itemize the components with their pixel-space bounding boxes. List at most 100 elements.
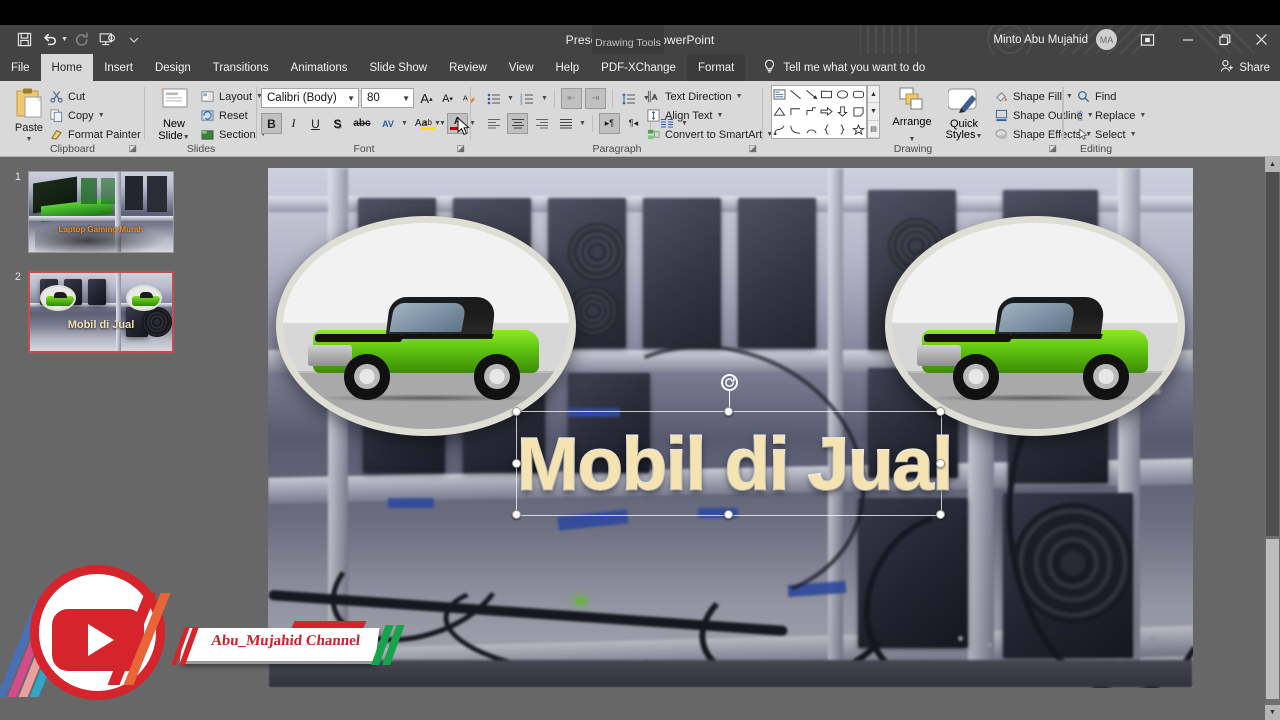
slide-canvas[interactable]: Mobil di Jual	[268, 168, 1193, 688]
new-slide-caret-icon[interactable]: ▼	[183, 134, 190, 141]
scroll-down-icon[interactable]: ▼	[1265, 705, 1280, 720]
slide-thumbnail-image-1[interactable]: Laptop Gaming Murah	[28, 171, 174, 253]
save-icon[interactable]	[12, 29, 36, 51]
numbering-caret-icon[interactable]: ▼	[541, 95, 548, 102]
align-right-button[interactable]	[531, 113, 552, 134]
italic-button[interactable]: I	[283, 113, 304, 134]
quick-styles-caret-icon[interactable]: ▼	[976, 133, 983, 140]
shape-rectangle-icon[interactable]	[819, 86, 835, 103]
justify-button[interactable]	[555, 113, 576, 134]
resize-handle-top-center[interactable]	[724, 407, 733, 416]
share-button[interactable]: Share	[1220, 54, 1270, 81]
replace-button[interactable]: ab ac Replace ▼	[1073, 106, 1149, 125]
tab-animations[interactable]: Animations	[280, 54, 359, 81]
underline-button[interactable]: U	[305, 113, 326, 134]
shape-folded-corner-icon[interactable]	[850, 103, 866, 120]
convert-to-smartart-button[interactable]: Convert to SmartArt ▼	[643, 125, 776, 144]
shape-rounded-rect-icon[interactable]	[850, 86, 866, 103]
tab-view[interactable]: View	[498, 54, 545, 81]
ribbon-display-options-icon[interactable]	[1131, 25, 1163, 54]
text-direction-button[interactable]: A Text Direction ▼	[643, 87, 776, 106]
ltr-text-direction-button[interactable]: ▸¶	[598, 113, 620, 134]
character-spacing-caret-icon[interactable]: ▼	[401, 120, 408, 127]
chevron-down-icon[interactable]: ▼	[398, 94, 410, 103]
find-button[interactable]: Find	[1073, 87, 1149, 106]
close-icon[interactable]	[1243, 25, 1280, 54]
undo-icon[interactable]	[38, 29, 62, 51]
font-name-combo[interactable]: Calibri (Body) ▼	[261, 88, 359, 108]
text-highlight-color-button[interactable]: ab	[417, 113, 438, 134]
text-shadow-button[interactable]: S	[327, 113, 348, 134]
shape-freeform-icon[interactable]	[772, 121, 788, 138]
bold-button[interactable]: B	[261, 113, 282, 134]
font-color-button[interactable]: A	[446, 113, 468, 134]
resize-handle-bottom-center[interactable]	[724, 510, 733, 519]
resize-handle-top-right[interactable]	[936, 407, 945, 416]
select-button[interactable]: Select ▼	[1073, 125, 1149, 144]
align-text-caret-icon[interactable]: ▼	[717, 112, 724, 119]
shape-right-brace-icon[interactable]	[835, 121, 851, 138]
resize-handle-bottom-left[interactable]	[512, 510, 521, 519]
resize-handle-bottom-right[interactable]	[936, 510, 945, 519]
paragraph-dialog-launcher[interactable]: ◪	[748, 143, 757, 154]
increase-indent-button[interactable]: ⇥	[584, 88, 606, 109]
numbering-button[interactable]: 123	[517, 88, 538, 109]
gallery-scroll-up-icon[interactable]: ▲	[868, 86, 879, 104]
strikethrough-button[interactable]: abc	[349, 113, 375, 134]
scrollbar-thumb[interactable]	[1266, 539, 1279, 699]
thumbnail-slide-2[interactable]: 2 Mobil di Jual	[8, 271, 174, 353]
shape-arc-icon[interactable]	[803, 121, 819, 138]
shape-triangle-icon[interactable]	[772, 103, 788, 120]
shape-curve-icon[interactable]	[788, 121, 804, 138]
tab-help[interactable]: Help	[545, 54, 591, 81]
shape-oval-icon[interactable]	[835, 86, 851, 103]
shape-arrow-line-icon[interactable]	[803, 86, 819, 103]
paste-button[interactable]: Paste ▼	[10, 87, 48, 146]
scrollbar-track-upper[interactable]	[1266, 172, 1279, 536]
tab-insert[interactable]: Insert	[93, 54, 144, 81]
copy-caret-icon[interactable]: ▼	[98, 112, 105, 119]
align-left-button[interactable]	[483, 113, 504, 134]
minimize-icon[interactable]	[1169, 25, 1206, 54]
tab-home[interactable]: Home	[40, 54, 94, 81]
decrease-font-size-button[interactable]: A ▾	[437, 88, 458, 109]
resize-handle-middle-right[interactable]	[936, 458, 945, 468]
increase-font-size-button[interactable]: A ▴	[416, 88, 437, 109]
slide-thumbnail-image-2[interactable]: Mobil di Jual	[28, 271, 174, 353]
chevron-down-icon[interactable]: ▼	[343, 94, 355, 103]
rotate-handle[interactable]	[721, 374, 738, 391]
tab-transitions[interactable]: Transitions	[202, 54, 280, 81]
format-painter-button[interactable]: Format Painter	[46, 125, 144, 144]
clipboard-dialog-launcher[interactable]: ◪	[128, 143, 137, 154]
text-highlight-caret-icon[interactable]: ▼	[439, 120, 446, 127]
text-direction-caret-icon[interactable]: ▼	[736, 93, 743, 100]
line-spacing-button[interactable]	[619, 88, 640, 109]
gallery-scroll-down-icon[interactable]: ▼	[868, 103, 879, 121]
tab-pdf-xchange[interactable]: PDF-XChange	[590, 54, 687, 81]
restore-icon[interactable]	[1206, 25, 1243, 54]
shape-left-brace-icon[interactable]	[819, 121, 835, 138]
slideshow-icon[interactable]	[96, 29, 120, 51]
shape-star-icon[interactable]	[850, 121, 866, 138]
shape-down-arrow-icon[interactable]	[835, 103, 851, 120]
arrange-button[interactable]: Arrange ▼	[887, 86, 937, 146]
car-photo-left[interactable]	[276, 216, 576, 436]
shape-right-arrow-icon[interactable]	[819, 103, 835, 120]
font-dialog-launcher[interactable]: ◪	[456, 143, 465, 154]
avatar[interactable]: MA	[1096, 29, 1117, 50]
shape-textbox-icon[interactable]	[772, 86, 788, 103]
scroll-up-icon[interactable]: ▲	[1265, 157, 1280, 172]
vertical-scrollbar[interactable]: ▲ ▼	[1265, 157, 1280, 720]
shape-elbow-connector-icon[interactable]	[788, 103, 804, 120]
resize-handle-middle-left[interactable]	[512, 458, 521, 468]
bullets-button[interactable]	[483, 88, 504, 109]
cut-button[interactable]: Cut	[46, 87, 144, 106]
decrease-indent-button[interactable]: ⇤	[560, 88, 582, 109]
select-caret-icon[interactable]: ▼	[1130, 131, 1137, 138]
tab-review[interactable]: Review	[438, 54, 498, 81]
shape-line-icon[interactable]	[788, 86, 804, 103]
new-slide-button[interactable]: New Slide▼	[153, 87, 195, 144]
columns-caret-icon[interactable]: ▼	[579, 120, 586, 127]
tab-slide-show[interactable]: Slide Show	[359, 54, 439, 81]
arrange-caret-icon[interactable]: ▼	[909, 136, 916, 143]
